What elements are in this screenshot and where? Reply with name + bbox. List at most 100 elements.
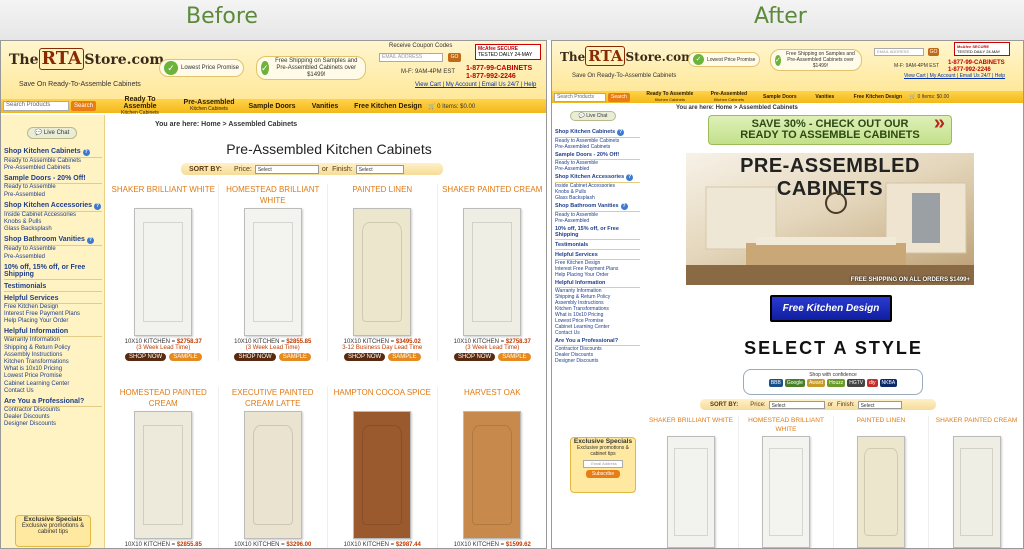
search-button[interactable]: Search [608,92,630,102]
sidebar-link[interactable]: Ready to Assemble [4,184,102,191]
sidebar-link[interactable]: Ready to Assemble [4,246,102,253]
nav-ready-to-assemble[interactable]: Ready To Assemble Kitchen Cabinets [642,92,698,103]
cabinet-door-image[interactable] [353,411,412,539]
nav-pre-assembled[interactable]: Pre-Assembled Kitchen Cabinets [182,99,236,113]
free-kitchen-design-button[interactable]: Free Kitchen Design [770,295,892,322]
cart-summary[interactable]: 🛒 0 Items: $0.00 [910,94,949,100]
product-name[interactable]: HAMPTON COCOA SPICE [328,387,437,411]
product-card[interactable]: HOMESTEAD BRILLIANT WHITE [739,416,834,548]
free-shipping-promo[interactable]: ✓ Free Shipping on Samples and Pre-Assemb… [256,56,366,80]
nav-free-kitchen-design[interactable]: Free Kitchen Design [850,94,906,101]
subscribe-button[interactable]: Subscribe [585,470,621,478]
cabinet-door-image[interactable] [952,436,1001,548]
account-links[interactable]: View Cart | My Account | Email Us 24/7 |… [904,73,1005,79]
sidebar-heading[interactable]: Shop Kitchen Accessories? [4,202,102,212]
lowest-price-promise[interactable]: ✓ Lowest Price Promise [688,52,761,67]
sidebar-link[interactable]: Assembly Instructions [4,352,102,359]
sidebar-heading[interactable]: 10% off, 15% off, or Free Shipping [4,264,102,280]
site-logo[interactable]: The RTA Store.com [9,48,164,70]
shop-now-button[interactable]: SHOP NOW [453,353,496,361]
product-card[interactable]: HOMESTEAD BRILLIANT WHITE 10X10 KITCHEN =… [219,184,328,361]
sidebar-link[interactable]: Lowest Price Promise [4,373,102,380]
sidebar-link[interactable]: Contact Us [555,330,640,336]
sidebar-link[interactable]: Help Placing Your Order [4,318,102,325]
sidebar-link[interactable]: Kitchen Transformations [4,359,102,366]
price-select[interactable]: Select [254,164,319,174]
specials-email-input[interactable]: Email Address [583,460,623,468]
sidebar-link[interactable]: Dealer Discounts [4,414,102,421]
product-name[interactable]: SHAKER PAINTED CREAM [929,416,1023,436]
sidebar-link[interactable]: Pre-Assembled [4,254,102,261]
shop-now-button[interactable]: SHOP NOW [234,353,276,361]
live-chat-button[interactable]: 💬 Live Chat [27,127,77,139]
sidebar-heading[interactable]: Shop Kitchen Cabinets? [4,148,102,158]
nav-ready-to-assemble[interactable]: Ready To Assemble Kitchen Cabinets [108,96,172,117]
product-card[interactable]: SHAKER BRILLIANT WHITE [644,416,739,548]
sidebar-link[interactable]: Cabinet Learning Center [4,381,102,388]
mcafee-badge[interactable]: McAfee SECURE TESTED DAILY 24-MAY [954,42,1010,56]
live-chat-button[interactable]: 💬 Live Chat [570,111,616,121]
product-card[interactable]: HOMESTEAD PAINTED CREAM 10X10 KITCHEN = $… [109,387,219,548]
product-name[interactable]: EXECUTIVE PAINTED CREAM LATTE [219,387,328,411]
sidebar-link[interactable]: Pre-Assembled [4,192,102,199]
sidebar-heading[interactable]: Are You a Professional? [555,338,640,346]
sidebar-link[interactable]: Interest Free Payment Plans [4,311,102,318]
sidebar-link[interactable]: Pre-Assembled [555,166,640,172]
coupon-go-button[interactable]: GO [448,53,461,62]
trust-badge[interactable]: HGTV [847,379,866,387]
free-shipping-promo[interactable]: ✓ Free Shipping on Samples and Pre-Assemb… [770,49,862,71]
product-card[interactable]: PAINTED LINEN [834,416,929,548]
product-card[interactable]: EXECUTIVE PAINTED CREAM LATTE 10X10 KITCH… [219,387,328,548]
product-card[interactable]: SHAKER PAINTED CREAM [929,416,1023,548]
nav-vanities[interactable]: Vanities [310,103,340,110]
product-card[interactable]: HARVEST OAK 10X10 KITCHEN = $1599.62 [438,387,547,548]
sidebar-link[interactable]: Pre-Assembled Cabinets [4,165,102,172]
sidebar-heading[interactable]: Helpful Services [555,252,640,260]
sidebar-heading[interactable]: Sample Doors - 20% Off! [4,175,102,185]
sidebar-link[interactable]: Help Placing Your Order [555,272,640,278]
sidebar-link[interactable]: Warranty Information [4,337,102,344]
sidebar-link[interactable]: Pre-Assembled [555,218,640,224]
product-card[interactable]: HAMPTON COCOA SPICE 10X10 KITCHEN = $2987… [328,387,438,548]
product-name[interactable]: HARVEST OAK [438,387,547,411]
product-name[interactable]: HOMESTEAD BRILLIANT WHITE [219,184,328,208]
sample-button[interactable]: SAMPLE [498,353,531,361]
cabinet-door-image[interactable] [762,436,810,548]
shop-now-button[interactable]: SHOP NOW [343,353,386,361]
sidebar-heading[interactable]: Helpful Information [4,328,102,338]
search-input[interactable]: Search Products [3,101,69,111]
product-name[interactable]: SHAKER BRILLIANT WHITE [644,416,738,436]
shop-now-button[interactable]: SHOP NOW [124,353,167,361]
nav-vanities[interactable]: Vanities [812,94,838,101]
trust-badge[interactable]: BBB [768,379,783,387]
cabinet-door-image[interactable] [463,411,522,539]
trust-badge[interactable]: diy [867,379,878,387]
sidebar-link[interactable]: Glass Backsplash [555,195,640,201]
trust-badge[interactable]: Houzz [827,379,846,387]
nav-pre-assembled[interactable]: Pre-Assembled Kitchen Cabinets [706,92,752,103]
sidebar-heading[interactable]: Shop Bathroom Vanities? [555,203,640,212]
nav-sample-doors[interactable]: Sample Doors [248,103,296,110]
cart-summary[interactable]: 🛒 0 Items: $0.00 [428,103,475,110]
sidebar-heading[interactable]: Sample Doors - 20% Off! [555,152,640,160]
product-card[interactable]: SHAKER PAINTED CREAM 10X10 KITCHEN = $275… [438,184,547,361]
nav-free-kitchen-design[interactable]: Free Kitchen Design [354,103,422,110]
sample-button[interactable]: SAMPLE [278,353,312,361]
sidebar-link[interactable]: Knobs & Pulls [4,219,102,226]
cabinet-door-image[interactable] [134,208,193,336]
mcafee-badge[interactable]: McAfee SECURE TESTED DAILY 24-MAY [475,44,541,60]
sidebar-heading[interactable]: Helpful Information [555,280,640,288]
sidebar-link[interactable]: Designer Discounts [4,421,102,428]
sidebar-link[interactable]: Contractor Discounts [4,407,102,414]
sidebar-link[interactable]: What is 10x10 Pricing [4,366,102,373]
sidebar-link[interactable]: Ready to Assemble Cabinets [4,158,102,165]
product-name[interactable]: SHAKER BRILLIANT WHITE [109,184,218,208]
site-logo[interactable]: The RTA Store.com [560,46,694,66]
product-name[interactable]: PAINTED LINEN [834,416,928,436]
trust-badge[interactable]: Google [784,379,805,387]
sidebar-link[interactable]: Inside Cabinet Accessories [4,212,102,219]
cabinet-door-image[interactable] [667,436,715,548]
finish-select[interactable]: Select [857,400,902,409]
sidebar-link[interactable]: Contact Us [4,388,102,395]
product-name[interactable]: PAINTED LINEN [328,184,437,208]
